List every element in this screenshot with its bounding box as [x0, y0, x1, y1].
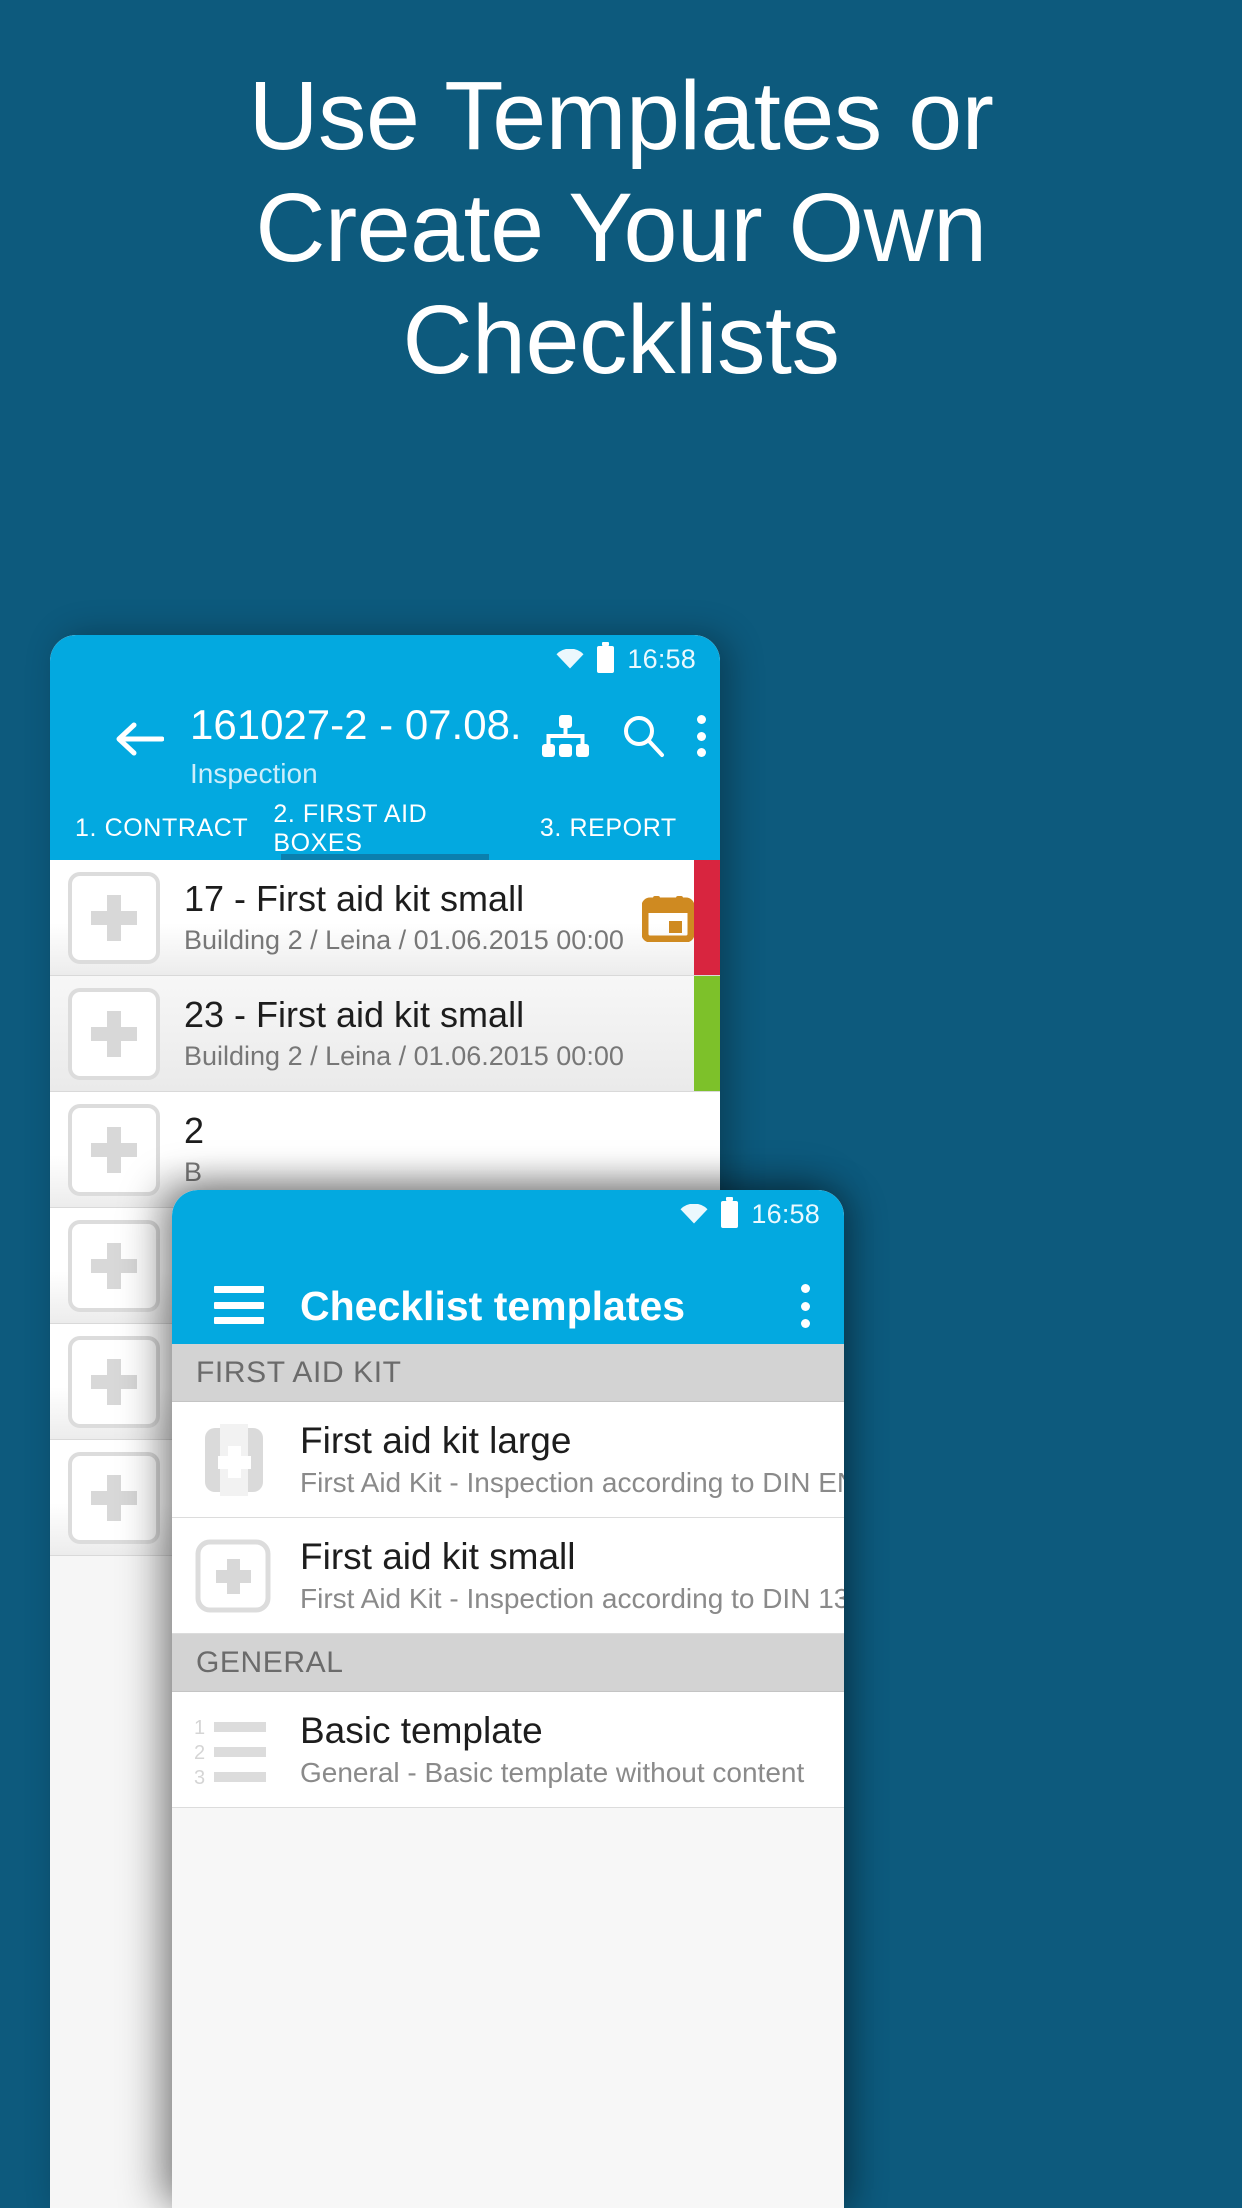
- tab-bar: 1. CONTRACT 2. FIRST AID BOXES 3. REPORT: [50, 797, 720, 860]
- battery-icon: [597, 641, 615, 673]
- toolbar-title: Checklist templates: [300, 1283, 686, 1329]
- svg-text:2: 2: [194, 1742, 205, 1764]
- item-title: First aid kit small: [300, 1535, 576, 1577]
- ordered-list-icon: 1 2 3: [192, 1708, 276, 1792]
- row-subtitle: B: [184, 1156, 203, 1187]
- toolbar-title: 161027-2 - 07.08.20…: [190, 701, 520, 748]
- item-subtitle: First Aid Kit - Inspection according to …: [300, 1582, 844, 1614]
- first-aid-kit-icon: [68, 1103, 160, 1196]
- section-header-general: GENERAL: [172, 1634, 844, 1692]
- item-title: Basic template: [300, 1709, 543, 1751]
- item-subtitle: General - Basic template without content: [300, 1756, 805, 1788]
- first-aid-kit-icon: [68, 1335, 160, 1428]
- svg-text:1: 1: [194, 1717, 205, 1739]
- first-aid-kit-icon: [192, 1534, 276, 1618]
- list-item[interactable]: First aid kit large First Aid Kit - Insp…: [172, 1402, 844, 1518]
- template-list: FIRST AID KIT First aid kit large First …: [172, 1344, 844, 2208]
- status-strip: [694, 976, 720, 1091]
- toolbar-subtitle: Inspection: [190, 758, 318, 789]
- status-bar: 16:58: [50, 635, 720, 683]
- row-title: 23 - First aid kit small: [184, 993, 525, 1035]
- row-title: 17 - First aid kit small: [184, 877, 525, 919]
- first-aid-kit-icon: [68, 1219, 160, 1312]
- status-bar-time: 16:58: [751, 1198, 820, 1229]
- hamburger-menu-icon[interactable]: [214, 1286, 264, 1324]
- table-row[interactable]: 23 - First aid kit small Building 2 / Le…: [50, 976, 720, 1092]
- row-subtitle: Building 2 / Leina / 01.06.2015 00:00: [184, 1040, 624, 1071]
- first-aid-kit-icon: [68, 871, 160, 964]
- list-item[interactable]: 1 2 3 Basic template General - Basic tem…: [172, 1692, 844, 1808]
- hierarchy-icon[interactable]: [540, 713, 590, 759]
- overflow-menu-icon[interactable]: [800, 1284, 810, 1328]
- item-title: First aid kit large: [300, 1419, 572, 1461]
- back-arrow-icon[interactable]: [114, 717, 165, 761]
- toolbar: 161027-2 - 07.08.20… Inspection: [50, 683, 720, 797]
- first-aid-kit-icon: [192, 1418, 276, 1502]
- wifi-icon: [556, 649, 584, 669]
- page-title: Use Templates or Create Your Own Checkli…: [0, 60, 1242, 396]
- row-title: 2: [184, 1109, 205, 1151]
- list-empty-area: [172, 1808, 844, 2028]
- tab-contract[interactable]: 1. CONTRACT: [50, 797, 273, 860]
- headline-line-1: Use Templates or: [248, 61, 994, 170]
- first-aid-kit-icon: [68, 1451, 160, 1544]
- overflow-menu-icon[interactable]: [696, 713, 706, 759]
- status-bar-time: 16:58: [627, 643, 696, 674]
- toolbar-actions: [540, 713, 706, 759]
- svg-text:3: 3: [194, 1767, 205, 1789]
- calendar-icon[interactable]: [641, 894, 695, 942]
- app-bar: 16:58 161027-2 - 07.08.20… Inspection: [50, 635, 720, 860]
- app-bar: 16:58 Checklist templates: [172, 1190, 844, 1344]
- item-subtitle: First Aid Kit - Inspection according to …: [300, 1466, 844, 1498]
- headline-line-2: Create Your Own: [255, 173, 987, 282]
- tab-report[interactable]: 3. REPORT: [497, 797, 720, 860]
- phone-screenshot-front: 16:58 Checklist templates FIRST AID KIT …: [172, 1190, 844, 2208]
- headline-line-3: Checklists: [402, 285, 841, 394]
- section-header-first-aid-kit: FIRST AID KIT: [172, 1344, 844, 1402]
- status-bar: 16:58: [172, 1190, 844, 1238]
- toolbar-title-block: 161027-2 - 07.08.20… Inspection: [190, 699, 520, 795]
- first-aid-kit-icon: [68, 987, 160, 1080]
- status-strip: [694, 860, 720, 975]
- wifi-icon: [680, 1204, 708, 1224]
- search-icon[interactable]: [620, 713, 666, 759]
- table-row[interactable]: 17 - First aid kit small Building 2 / Le…: [50, 860, 720, 976]
- list-item[interactable]: First aid kit small First Aid Kit - Insp…: [172, 1518, 844, 1634]
- tab-first-aid-boxes[interactable]: 2. FIRST AID BOXES: [273, 797, 496, 860]
- battery-icon: [721, 1196, 739, 1228]
- row-subtitle: Building 2 / Leina / 01.06.2015 00:00: [184, 924, 624, 955]
